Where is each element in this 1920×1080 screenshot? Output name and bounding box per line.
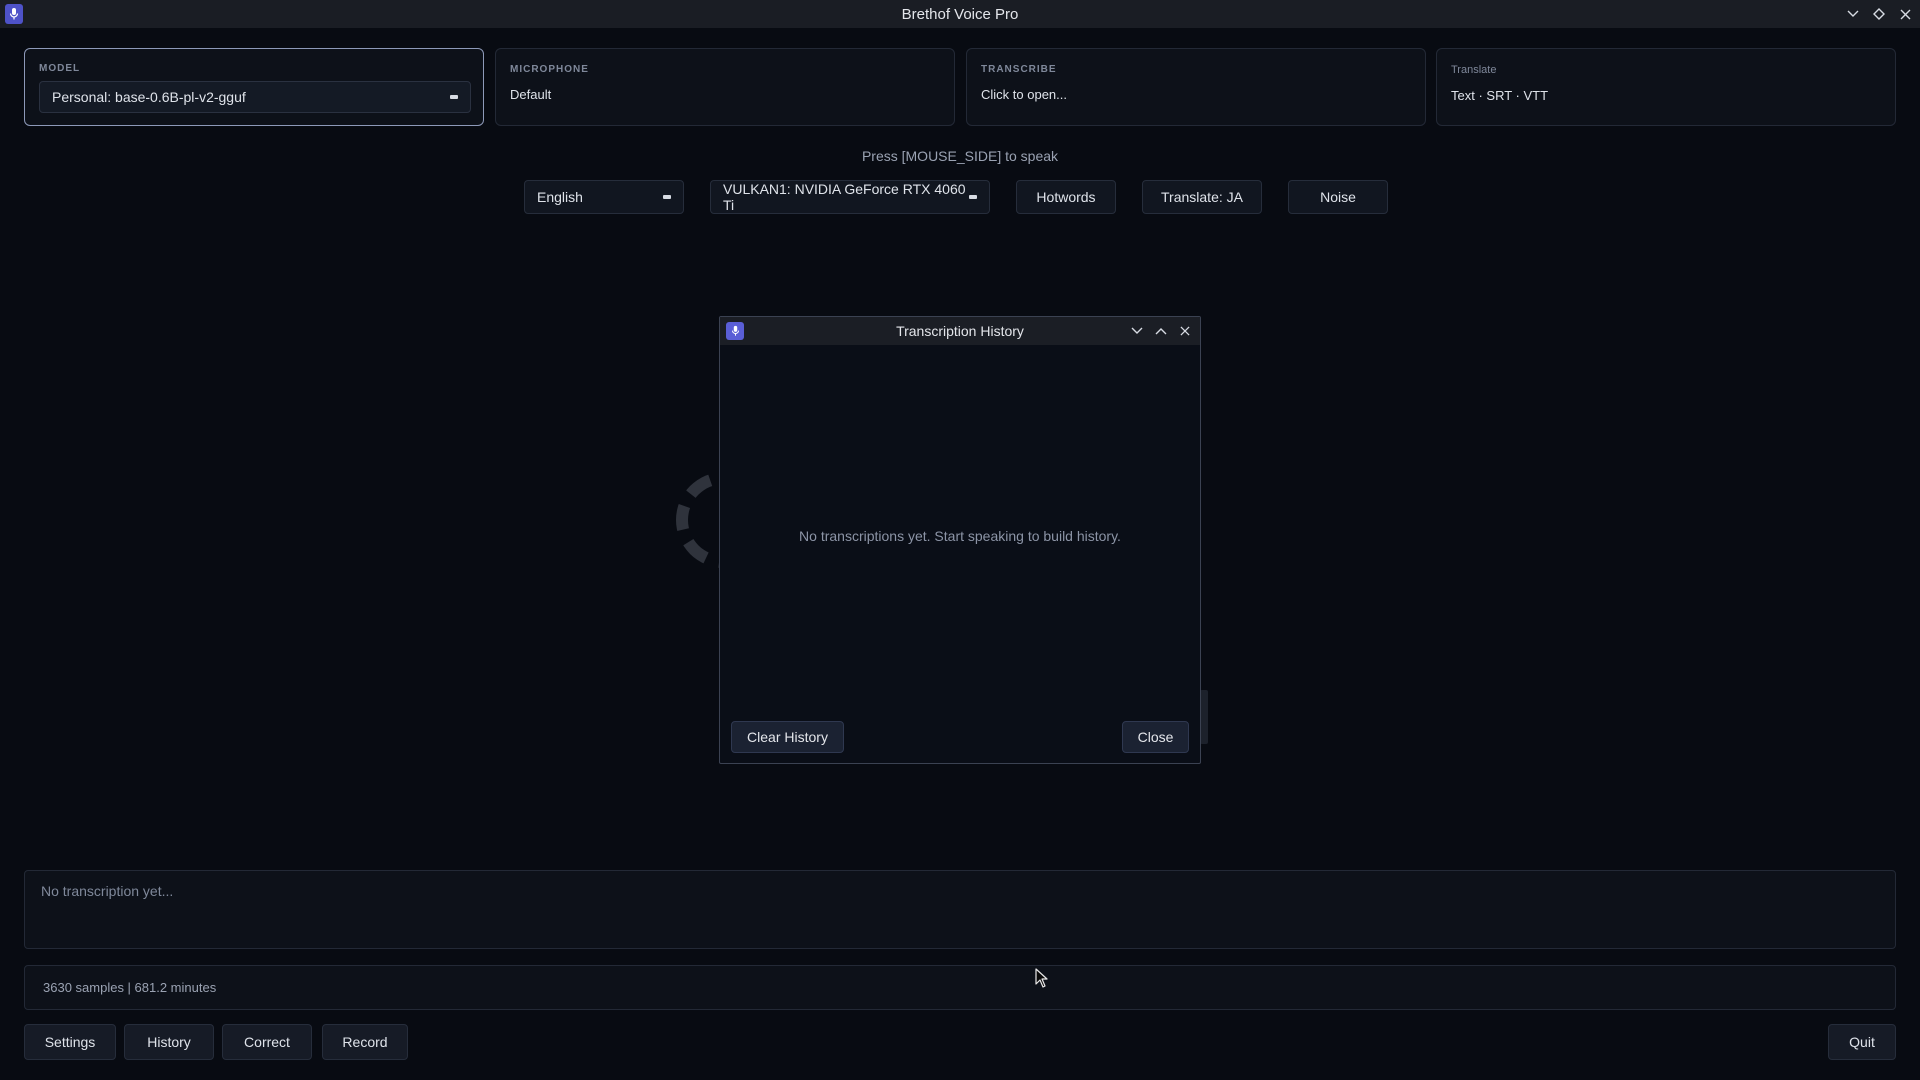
clear-history-button[interactable]: Clear History — [731, 721, 844, 753]
microphone-card-label: MICROPHONE — [510, 64, 589, 75]
dropdown-handle-icon — [450, 95, 458, 99]
chevron-down-icon[interactable] — [1130, 324, 1144, 338]
microphone-card[interactable]: MICROPHONE Default — [495, 48, 955, 126]
device-select-value: VULKAN1: NVIDIA GeForce RTX 4060 Ti — [723, 181, 966, 213]
record-button[interactable]: Record — [322, 1024, 408, 1060]
translate-card-label: Translate — [1451, 64, 1497, 76]
settings-button[interactable]: Settings — [24, 1024, 116, 1060]
dropdown-handle-icon — [663, 195, 671, 199]
minimize-icon[interactable] — [1846, 7, 1860, 21]
microphone-card-value: Default — [510, 87, 552, 102]
correct-button[interactable]: Correct — [222, 1024, 312, 1060]
model-select[interactable]: Personal: base-0.6B-pl-v2-gguf — [39, 81, 471, 113]
status-text: 3630 samples | 681.2 minutes — [43, 980, 217, 995]
transcription-placeholder: No transcription yet... — [41, 883, 174, 899]
transcription-output[interactable]: No transcription yet... — [24, 870, 1896, 949]
dialog-title: Transcription History — [896, 323, 1024, 339]
dropdown-handle-icon — [969, 195, 977, 199]
language-select-value: English — [537, 189, 583, 205]
transcribe-card[interactable]: TRANSCRIBE Click to open... — [966, 48, 1426, 126]
cursor-icon — [1035, 968, 1049, 993]
translate-card-value: Text · SRT · VTT — [1451, 88, 1549, 103]
close-icon[interactable] — [1178, 324, 1192, 338]
noise-button[interactable]: Noise — [1288, 180, 1388, 214]
model-card-label: MODEL — [39, 63, 81, 74]
microphone-icon — [5, 4, 23, 24]
status-bar: 3630 samples | 681.2 minutes — [24, 965, 1896, 1010]
transcribe-card-label: TRANSCRIBE — [981, 64, 1057, 75]
language-select[interactable]: English — [524, 180, 684, 214]
dialog-title-bar: Transcription History — [720, 317, 1200, 345]
background-scroll-handle — [1200, 690, 1208, 744]
chevron-up-icon[interactable] — [1154, 324, 1168, 338]
hotwords-button[interactable]: Hotwords — [1016, 180, 1116, 214]
quit-button[interactable]: Quit — [1828, 1024, 1896, 1060]
empty-history-message: No transcriptions yet. Start speaking to… — [799, 528, 1121, 544]
title-bar: Brethof Voice Pro — [0, 0, 1920, 28]
translate-button[interactable]: Translate: JA — [1142, 180, 1262, 214]
history-button[interactable]: History — [124, 1024, 214, 1060]
dialog-close-button[interactable]: Close — [1122, 721, 1189, 753]
microphone-icon — [726, 322, 744, 340]
model-card: MODEL Personal: base-0.6B-pl-v2-gguf — [24, 48, 484, 126]
transcribe-card-value: Click to open... — [981, 87, 1067, 102]
speak-hint: Press [MOUSE_SIDE] to speak — [861, 148, 1059, 164]
device-select[interactable]: VULKAN1: NVIDIA GeForce RTX 4060 Ti — [710, 180, 990, 214]
model-select-value: Personal: base-0.6B-pl-v2-gguf — [52, 89, 246, 105]
window-title: Brethof Voice Pro — [901, 5, 1019, 23]
translate-card[interactable]: Translate Text · SRT · VTT — [1436, 48, 1896, 126]
close-icon[interactable] — [1898, 7, 1912, 21]
maximize-icon[interactable] — [1872, 7, 1886, 21]
history-dialog: Transcription History No transcriptions … — [719, 316, 1201, 764]
